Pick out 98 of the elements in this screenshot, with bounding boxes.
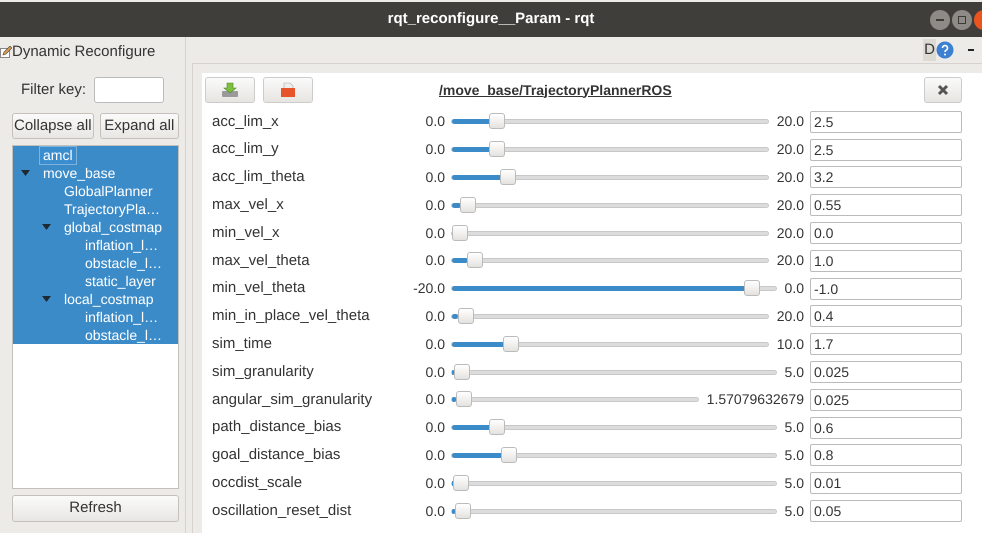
pencil-checkbox-icon xyxy=(0,46,12,58)
parameter-name: sim_time xyxy=(211,334,274,354)
max-value: 20.0 xyxy=(776,140,805,160)
min-value: 0.0 xyxy=(424,251,445,270)
close-icon xyxy=(937,84,949,96)
min-value: 0.0 xyxy=(424,390,445,410)
folder-icon xyxy=(280,82,296,98)
filter-field[interactable] xyxy=(94,77,164,103)
parameter-name: acc_lim_y xyxy=(211,139,280,160)
parameter-name: max_vel_x xyxy=(211,195,285,216)
parameter-name: oscillation_reset_dist xyxy=(211,500,352,521)
slider-thumb[interactable] xyxy=(489,113,506,130)
max-value: 0.0 xyxy=(784,279,805,298)
slider-thumb[interactable] xyxy=(456,391,472,408)
parameter-name: sim_granularity xyxy=(211,362,315,382)
slider-thumb[interactable] xyxy=(500,168,516,185)
value-field[interactable]: 1.7 xyxy=(810,333,962,356)
expand-all-button[interactable]: Expand all xyxy=(100,113,179,139)
node-title: /move_base/TrajectoryPlannerROS xyxy=(439,80,672,100)
value-field[interactable]: 0.05 xyxy=(810,500,962,522)
parameter-name: angular_sim_granularity xyxy=(211,390,374,410)
value-field[interactable]: 0.4 xyxy=(810,305,962,328)
max-value: 20.0 xyxy=(776,224,805,243)
slider-thumb[interactable] xyxy=(489,141,506,158)
min-value: 0.0 xyxy=(424,112,445,132)
refresh-button[interactable]: Refresh xyxy=(12,495,179,522)
filter-label: Filter key: xyxy=(21,80,86,100)
max-value: 5.0 xyxy=(784,502,805,521)
value-field[interactable]: 0.55 xyxy=(810,194,962,216)
expanded-arrow-icon[interactable] xyxy=(42,224,51,230)
parameter-name: acc_lim_theta xyxy=(211,167,306,188)
parameter-name: occdist_scale xyxy=(211,473,304,493)
max-value: 20.0 xyxy=(776,112,805,132)
value-field[interactable]: 3.2 xyxy=(810,166,962,188)
parameter-name: min_vel_x xyxy=(211,222,281,243)
maximize-button[interactable] xyxy=(952,10,972,30)
expanded-arrow-icon[interactable] xyxy=(42,296,51,302)
minimize-button[interactable] xyxy=(930,10,950,30)
min-value: 0.0 xyxy=(424,362,445,382)
slider-thumb[interactable] xyxy=(744,280,760,296)
min-value: 0.0 xyxy=(424,224,445,243)
slider-thumb[interactable] xyxy=(502,336,519,352)
slider-thumb[interactable] xyxy=(452,474,469,491)
min-value: 0.0 xyxy=(424,334,445,354)
max-value: 1.57079632679 xyxy=(706,390,805,410)
max-value: 5.0 xyxy=(784,446,805,465)
max-value: 20.0 xyxy=(776,306,805,326)
parameter-name: acc_lim_x xyxy=(211,112,280,132)
plugin-label[interactable]: D xyxy=(923,38,936,62)
parameter-name: max_vel_theta xyxy=(211,250,311,271)
slider-thumb[interactable] xyxy=(466,252,483,268)
save-button[interactable] xyxy=(205,77,255,103)
max-value: 20.0 xyxy=(776,196,805,215)
tree-item[interactable]: amcl xyxy=(39,146,77,164)
min-value: 0.0 xyxy=(424,446,445,465)
slider-thumb[interactable] xyxy=(455,502,472,519)
parameter-name: min_in_place_vel_theta xyxy=(211,306,371,326)
max-value: 20.0 xyxy=(776,168,805,187)
min-value: 0.0 xyxy=(424,474,445,493)
min-value: 0.0 xyxy=(424,168,445,187)
slider-thumb[interactable] xyxy=(501,446,518,463)
parameter-name: goal_distance_bias xyxy=(211,445,342,466)
slider-thumb[interactable] xyxy=(452,224,468,241)
max-value: 5.0 xyxy=(784,418,805,438)
slider-thumb[interactable] xyxy=(460,196,476,213)
min-value: 0.0 xyxy=(424,196,445,215)
help-icon[interactable] xyxy=(936,41,954,59)
min-value: 0.0 xyxy=(424,140,445,160)
value-field[interactable]: 1.0 xyxy=(810,250,962,272)
expanded-arrow-icon[interactable] xyxy=(21,170,30,176)
value-field[interactable]: 0.01 xyxy=(810,472,962,494)
slider-thumb[interactable] xyxy=(488,419,505,436)
plugin-title: Dynamic Reconfigure xyxy=(12,42,156,62)
slider-thumb[interactable] xyxy=(458,308,474,324)
min-value: 0.0 xyxy=(424,306,445,326)
max-value: 5.0 xyxy=(784,474,805,493)
value-field[interactable]: 0.8 xyxy=(810,444,962,466)
window-title: rqt_reconfigure__Param - rqt xyxy=(386,9,596,30)
close-panel-button[interactable] xyxy=(924,77,962,103)
value-field[interactable]: 2.5 xyxy=(810,138,962,161)
value-field[interactable]: 0.025 xyxy=(810,361,962,384)
value-field[interactable]: 0.6 xyxy=(810,416,962,439)
value-field[interactable]: 2.5 xyxy=(810,110,962,133)
max-value: 5.0 xyxy=(784,362,805,382)
min-value: 0.0 xyxy=(424,418,445,438)
min-value: 0.0 xyxy=(424,502,445,521)
min-value: -20.0 xyxy=(412,279,445,298)
slider-thumb[interactable] xyxy=(454,364,470,380)
value-field[interactable]: 0.025 xyxy=(810,388,962,411)
parameter-name: path_distance_bias xyxy=(211,417,342,438)
value-field[interactable]: -1.0 xyxy=(810,278,962,300)
max-value: 20.0 xyxy=(776,251,805,270)
open-button[interactable] xyxy=(263,77,313,103)
collapse-all-button[interactable]: Collapse all xyxy=(12,113,94,139)
download-icon xyxy=(221,82,239,98)
value-field[interactable]: 0.0 xyxy=(810,222,962,244)
parameter-name: min_vel_theta xyxy=(211,278,306,298)
max-value: 10.0 xyxy=(776,334,805,354)
